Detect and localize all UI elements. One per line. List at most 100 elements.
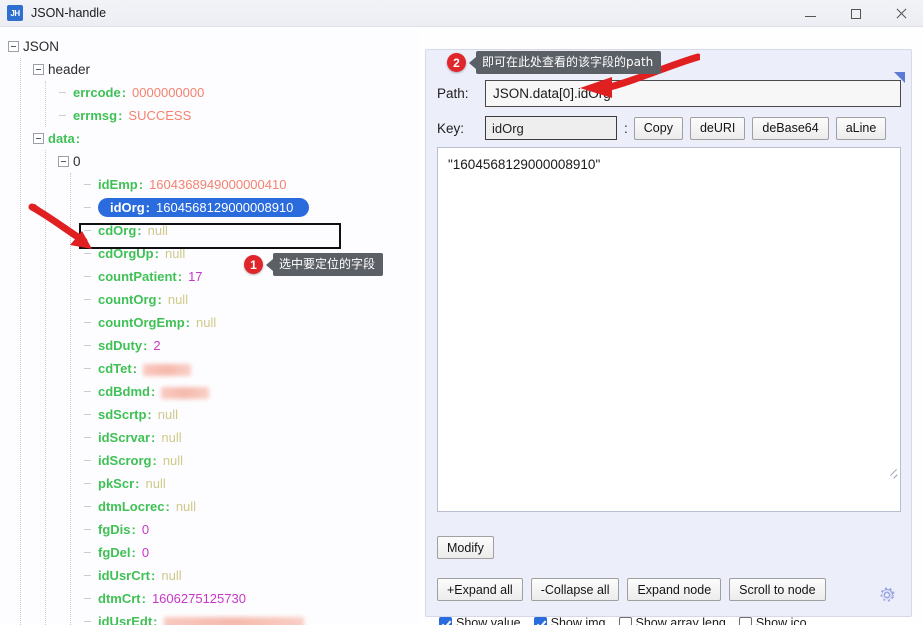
checkbox-show-ico[interactable]: Show ico: [738, 616, 807, 625]
tree-row-cdOrg[interactable]: cdOrg: null: [83, 219, 309, 242]
minimize-button[interactable]: [788, 0, 833, 27]
modify-button[interactable]: Modify: [437, 536, 494, 559]
tree-row-data[interactable]: data :: [33, 127, 309, 150]
tree-row-dtmCrt[interactable]: dtmCrt: 1606275125730: [83, 587, 309, 610]
copy-button[interactable]: Copy: [633, 116, 683, 140]
tree-leaf-dash-icon: [83, 409, 94, 420]
collapse-toggle-icon[interactable]: [8, 41, 19, 52]
tree-row-errmsg[interactable]: errmsg: SUCCESS: [58, 104, 309, 127]
tree-key: sdScrtp: [98, 407, 147, 422]
tree-colon: :: [138, 177, 144, 192]
tree-leaf-dash-icon: [83, 478, 94, 489]
collapse-all-button[interactable]: -Collapse all: [530, 578, 620, 601]
tree-leaf-dash-icon: [83, 271, 94, 282]
tree-row-countOrg[interactable]: countOrg: null: [83, 288, 309, 311]
tree-key: idScrvar: [98, 430, 151, 445]
minimize-icon: [805, 15, 816, 17]
tree-row-dtmLocrec[interactable]: dtmLocrec: null: [83, 495, 309, 518]
tree-value: null: [196, 315, 217, 330]
tree-row-idScrvar[interactable]: idScrvar: null: [83, 426, 309, 449]
callout-1-pointer-icon: [266, 258, 273, 271]
tree-key: cdOrg: [98, 223, 137, 238]
tree-key: idEmp: [98, 177, 138, 192]
checkbox-label: Show value: [456, 616, 521, 625]
tree-colon: :: [165, 499, 170, 514]
tree-colon: :: [154, 246, 159, 261]
tree-row-fgDel[interactable]: fgDel: 0: [83, 541, 309, 564]
gear-icon[interactable]: [876, 584, 898, 606]
node-action-bar: +Expand all -Collapse all Expand node Sc…: [437, 578, 834, 601]
tree-colon: :: [131, 522, 136, 537]
collapse-toggle-icon[interactable]: [33, 64, 44, 75]
checkbox-show-img[interactable]: Show img: [533, 616, 606, 625]
checkbox-box[interactable]: [439, 616, 452, 625]
tree-label-root: JSON: [23, 39, 60, 54]
tree-value: 2: [153, 338, 161, 353]
tree-leaf-dash-icon: [83, 386, 94, 397]
tree-row-fgDis[interactable]: fgDis: 0: [83, 518, 309, 541]
tree-row-content: idUsrEdt:: [98, 614, 304, 625]
scroll-to-node-button[interactable]: Scroll to node: [729, 578, 826, 601]
tree-colon: :: [141, 591, 146, 606]
tree-row-errcode[interactable]: errcode: 0000000000: [58, 81, 309, 104]
tree-row-cdBdmd[interactable]: cdBdmd:: [83, 380, 309, 403]
tree-row-idScrorg[interactable]: idScrorg: null: [83, 449, 309, 472]
tree-key: cdBdmd: [98, 384, 150, 399]
value-textarea[interactable]: "1604568129000008910": [437, 147, 901, 512]
tree-colon: :: [118, 108, 123, 123]
tree-colon: :: [132, 361, 138, 376]
tree-row-content: dtmLocrec: null: [98, 499, 196, 514]
window-title: JSON-handle: [31, 6, 107, 20]
tree-leaf-dash-icon: [83, 570, 94, 581]
tree-row-sdDuty[interactable]: sdDuty: 2: [83, 334, 309, 357]
tree-row-sdScrtp[interactable]: sdScrtp: null: [83, 403, 309, 426]
deuri-button[interactable]: deURI: [689, 116, 746, 140]
tree-row-pkScr[interactable]: pkScr: null: [83, 472, 309, 495]
checkbox-show-value[interactable]: Show value: [439, 616, 521, 625]
tree-row-root[interactable]: JSON: [8, 35, 309, 58]
tree-row-idOrg[interactable]: idOrg:1604568129000008910: [83, 196, 310, 219]
tree-row-countOrgEmp[interactable]: countOrgEmp: null: [83, 311, 309, 334]
tree-value: null: [164, 246, 186, 261]
expand-node-button[interactable]: Expand node: [627, 578, 722, 601]
tree-leaf-dash-icon: [83, 179, 94, 190]
tree-row-cdTet[interactable]: cdTet:: [83, 357, 309, 380]
tree-key: dtmCrt: [98, 591, 141, 606]
close-icon: [895, 8, 907, 20]
maximize-button[interactable]: [833, 0, 878, 27]
tree-label-data: data: [48, 131, 75, 146]
tree-row-idEmp[interactable]: idEmp: 1604368949000000410: [83, 173, 309, 196]
checkbox-box[interactable]: [618, 616, 632, 625]
tree-row-idUsrCrt[interactable]: idUsrCrt: null: [83, 564, 309, 587]
tree-leaf-dash-icon: [83, 340, 94, 351]
tree-value: 17: [188, 269, 203, 284]
aline-button[interactable]: aLine: [835, 116, 887, 140]
tree-value: null: [167, 292, 189, 307]
debase64-button[interactable]: deBase64: [752, 116, 829, 140]
tree-label-index: 0: [73, 154, 81, 169]
checkbox-box[interactable]: [533, 616, 547, 625]
callout-1-badge: 1: [244, 255, 263, 275]
callout-2-badge: 2: [447, 53, 466, 73]
checkbox-show-array-leng[interactable]: Show array leng: [618, 616, 726, 625]
tree-leaf-dash-icon: [83, 294, 94, 305]
close-button[interactable]: [878, 0, 923, 27]
tree-row-header[interactable]: header: [33, 58, 309, 81]
resize-grip-icon[interactable]: [888, 468, 898, 478]
collapse-toggle-icon[interactable]: [33, 133, 44, 144]
pointer-arrow-left: [28, 203, 92, 249]
tree-row-index-0[interactable]: 0: [58, 150, 309, 173]
tree-row-idUsrEdt[interactable]: idUsrEdt:: [83, 610, 309, 625]
json-tree: JSON header errcode: 0000000000 errmsg: SUC…: [8, 35, 310, 625]
checkbox-label: Show ico: [755, 616, 807, 625]
tree-key: errmsg: [73, 108, 118, 123]
tree-row-content: cdOrg: null: [98, 223, 168, 238]
expand-all-button[interactable]: +Expand all: [437, 578, 523, 601]
tree-row-content: fgDis: 0: [98, 522, 149, 537]
main-content: JSON header errcode: 0000000000 errmsg: SUC…: [0, 27, 923, 625]
key-input[interactable]: [485, 116, 617, 140]
tree-value: 1606275125730: [151, 591, 246, 606]
collapse-toggle-icon[interactable]: [58, 156, 69, 167]
checkbox-box[interactable]: [738, 616, 752, 625]
json-tree-panel[interactable]: JSON header errcode: 0000000000 errmsg: SUC…: [0, 27, 418, 625]
